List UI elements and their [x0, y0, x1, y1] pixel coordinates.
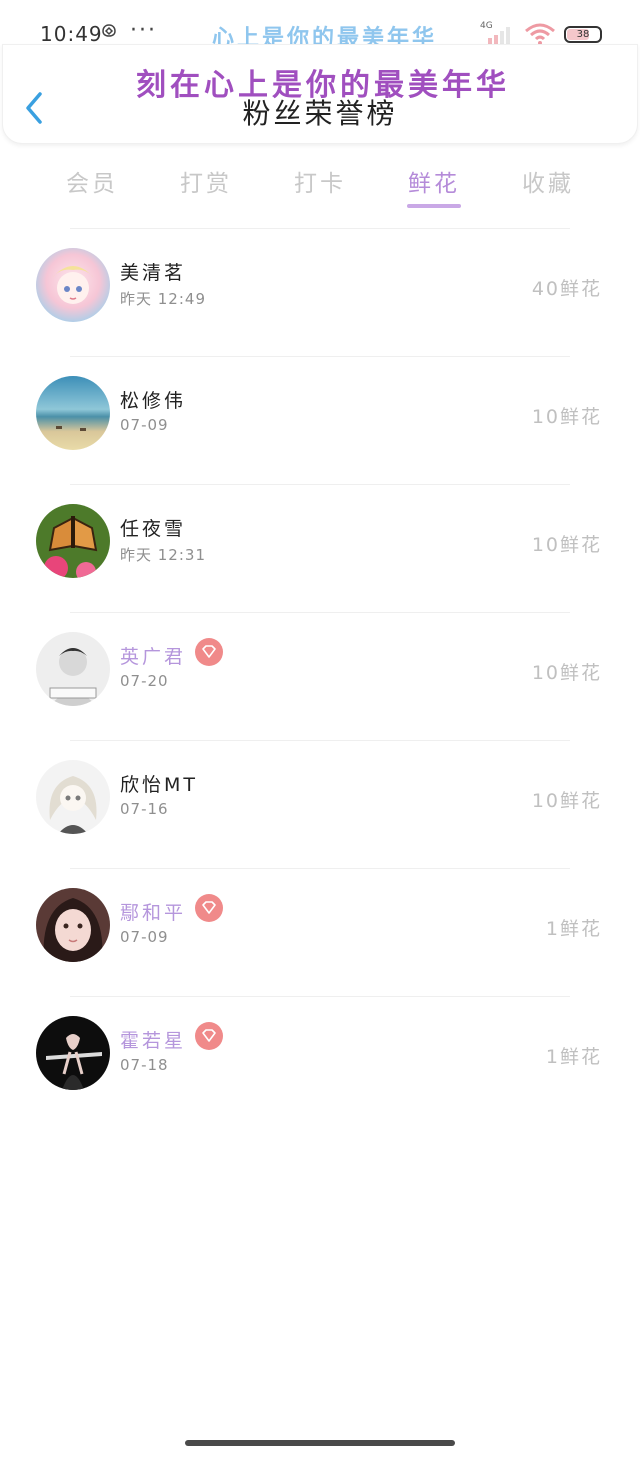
flower-count: 10鲜花 — [531, 406, 602, 428]
vip-diamond-icon — [195, 894, 223, 922]
vip-diamond-icon — [195, 1022, 223, 1050]
list-item[interactable]: 霍若星 07-18 1鲜花 — [0, 996, 640, 1124]
wifi-icon — [524, 22, 556, 46]
gift-time: 07-09 — [120, 928, 169, 946]
boy-photo-avatar — [36, 632, 110, 706]
flower-count: 10鲜花 — [531, 662, 602, 684]
beach-avatar — [36, 376, 110, 450]
battery-icon: 38 — [564, 26, 602, 43]
tab-checkin[interactable]: 打卡 — [265, 164, 375, 198]
gift-time: 07-16 — [120, 800, 169, 818]
tab-active-indicator — [407, 204, 461, 208]
gift-time: 昨天 12:31 — [120, 546, 206, 564]
tab-tipping[interactable]: 打赏 — [151, 164, 261, 198]
gift-time: 07-18 — [120, 1056, 169, 1074]
anime-girl-avatar — [36, 248, 110, 322]
user-name: 英广君 — [120, 646, 187, 668]
battery-level-text: 38 — [576, 29, 590, 40]
user-name: 松修伟 — [120, 390, 187, 412]
list-item[interactable]: 任夜雪 昨天 12:31 10鲜花 — [0, 484, 640, 612]
tab-bar: 会员 打赏 打卡 鲜花 收藏 — [0, 150, 640, 210]
list-item[interactable]: 欣怡MT 07-16 10鲜花 — [0, 740, 640, 868]
gift-time: 07-20 — [120, 672, 169, 690]
dark-portrait-avatar — [36, 1016, 110, 1090]
status-more-dots: ··· — [130, 18, 157, 43]
page-title: 粉丝荣誉榜 — [242, 97, 398, 130]
girl-photo-avatar — [36, 888, 110, 962]
list-item[interactable]: 松修伟 07-09 10鲜花 — [0, 356, 640, 484]
list-item[interactable]: 美清茗 昨天 12:49 40鲜花 — [0, 228, 640, 356]
flower-count: 1鲜花 — [545, 1046, 602, 1068]
flower-count: 10鲜花 — [531, 534, 602, 556]
vip-diamond-icon — [195, 638, 223, 666]
user-name: 美清茗 — [120, 262, 187, 284]
tab-favorites[interactable]: 收藏 — [493, 164, 603, 198]
flower-count: 40鲜花 — [531, 278, 602, 300]
anime-sketch-avatar — [36, 760, 110, 834]
user-name: 鄢和平 — [120, 902, 187, 924]
gift-time: 昨天 12:49 — [120, 290, 206, 308]
user-name: 任夜雪 — [120, 518, 187, 540]
gift-time: 07-09 — [120, 416, 169, 434]
flower-count: 1鲜花 — [545, 918, 602, 940]
butterfly-avatar — [36, 504, 110, 578]
list-item[interactable]: 英广君 07-20 10鲜花 — [0, 612, 640, 740]
home-indicator[interactable] — [185, 1440, 455, 1446]
notification-icon — [100, 23, 118, 43]
flower-count: 10鲜花 — [531, 790, 602, 812]
tab-flowers[interactable]: 鲜花 — [379, 164, 489, 198]
list-item[interactable]: 鄢和平 07-09 1鲜花 — [0, 868, 640, 996]
tab-membership[interactable]: 会员 — [37, 164, 147, 198]
user-name: 欣怡MT — [120, 774, 198, 796]
signal-icon — [486, 25, 516, 45]
user-name: 霍若星 — [120, 1030, 187, 1052]
status-time: 10:49 — [40, 22, 103, 46]
